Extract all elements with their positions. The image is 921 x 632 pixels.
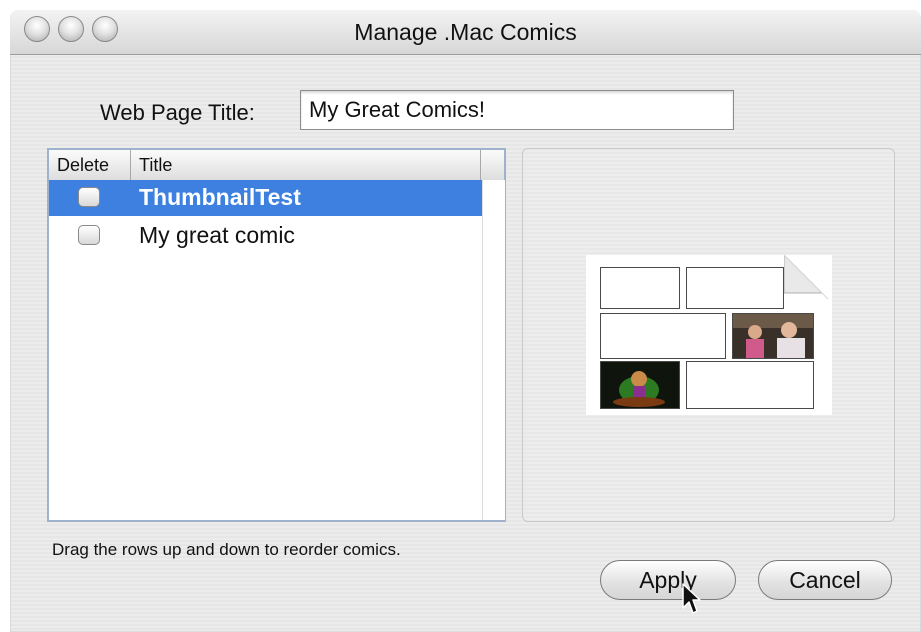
web-page-title-input[interactable] <box>300 90 734 130</box>
delete-checkbox[interactable] <box>78 225 100 245</box>
column-header-delete[interactable]: Delete <box>49 150 131 180</box>
comic-preview-pane <box>522 148 895 522</box>
window-title: Manage .Mac Comics <box>354 19 577 45</box>
photo-panel-children <box>732 313 814 359</box>
page-curl-icon <box>784 255 832 303</box>
comic-title: My great comic <box>139 222 295 248</box>
web-page-title-label: Web Page Title: <box>100 100 255 125</box>
children-photo-image <box>733 314 813 358</box>
column-header-title[interactable]: Title <box>131 150 481 180</box>
comic-page-thumbnail <box>586 255 832 415</box>
delete-checkbox[interactable] <box>78 187 100 207</box>
cancel-button[interactable]: Cancel <box>758 560 892 600</box>
table-row[interactable]: ThumbnailTest <box>49 180 482 216</box>
comic-panel <box>600 267 680 309</box>
costume-photo-image <box>601 362 679 408</box>
table-header: Delete Title <box>49 150 504 181</box>
photo-panel-costume <box>600 361 680 409</box>
comic-panel <box>600 313 726 359</box>
table-row[interactable]: My great comic <box>49 218 482 254</box>
manage-comics-window: Manage .Mac Comics Web Page Title: Delet… <box>10 10 921 632</box>
arrow-cursor-icon <box>682 583 701 614</box>
comics-table: Delete Title ThumbnailTest My great comi… <box>47 148 506 522</box>
comic-panel <box>686 267 784 309</box>
table-scroll-column[interactable] <box>482 180 505 520</box>
title-bar: Manage .Mac Comics <box>10 10 921 55</box>
reorder-hint-text: Drag the rows up and down to reorder com… <box>52 540 401 559</box>
comic-title: ThumbnailTest <box>139 184 301 210</box>
comic-panel <box>686 361 814 409</box>
apply-button[interactable]: Apply <box>600 560 736 600</box>
